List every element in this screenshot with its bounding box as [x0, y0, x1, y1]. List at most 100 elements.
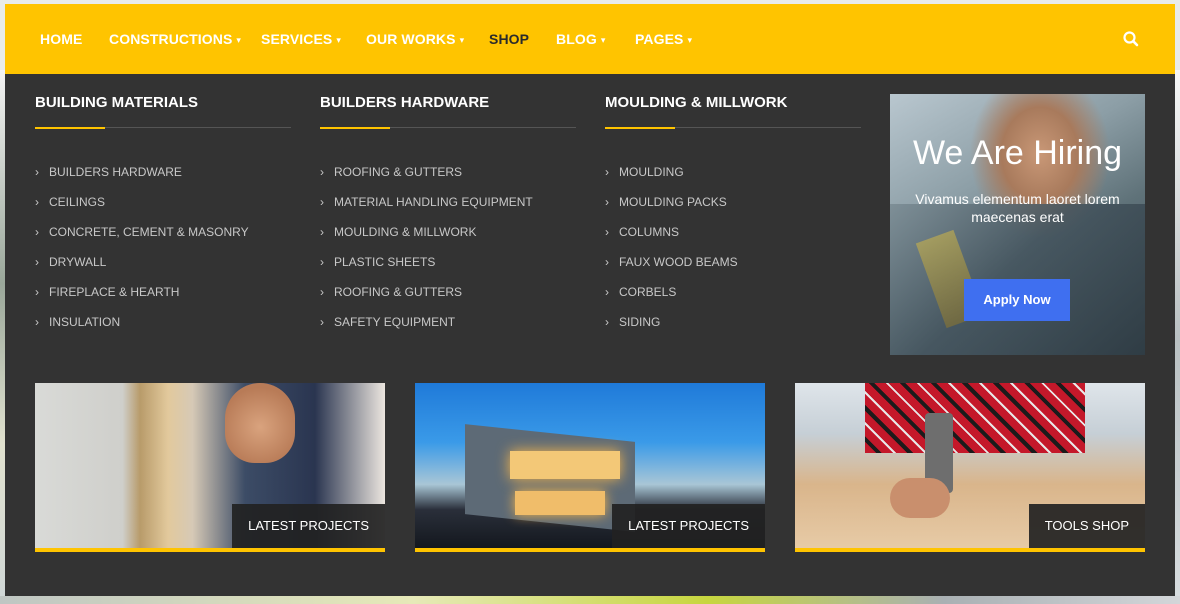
menu-link-label: ROOFING & GUTTERS: [334, 285, 463, 299]
menu-link-ceilings[interactable]: › CEILINGS: [35, 194, 249, 224]
menu-link-label: MOULDING PACKS: [619, 195, 727, 209]
caret-down-icon: ▾: [600, 35, 606, 45]
menu-link-label: DRYWALL: [49, 255, 107, 269]
menu-link-builders-hardware[interactable]: › BUILDERS HARDWARE: [35, 164, 249, 194]
background-edge-bottom: [0, 596, 1180, 604]
menu-link-roofing-gutters-2[interactable]: › ROOFING & GUTTERS: [320, 284, 533, 314]
search-icon[interactable]: [1122, 30, 1140, 48]
menu-link-label: COLUMNS: [619, 225, 680, 239]
menu-link-faux-wood-beams[interactable]: › FAUX WOOD BEAMS: [605, 254, 738, 284]
chevron-right-icon: ›: [320, 165, 324, 179]
mega-menu-dropdown: BUILDING MATERIALS › BUILDERS HARDWARE › C…: [5, 74, 1175, 596]
menu-link-label: FIREPLACE & HEARTH: [49, 285, 180, 299]
chevron-right-icon: ›: [605, 195, 609, 209]
caret-down-icon: ▾: [336, 35, 341, 45]
nav-item-home[interactable]: HOME: [40, 4, 82, 74]
divider-accent: [320, 127, 390, 129]
column-title: MOULDING & MILLWORK: [605, 94, 788, 111]
chevron-right-icon: ›: [35, 195, 39, 209]
nav-item-constructions[interactable]: CONSTRUCTIONS ▾: [109, 4, 241, 74]
menu-link-safety-equipment[interactable]: › SAFETY EQUIPMENT: [320, 314, 533, 344]
column-title: BUILDERS HARDWARE: [320, 94, 490, 111]
column-divider: [320, 127, 576, 129]
menu-link-insulation[interactable]: › INSULATION: [35, 314, 249, 344]
menu-link-corbels[interactable]: › CORBELS: [605, 284, 738, 314]
main-navbar: HOME CONSTRUCTIONS ▾ SERVICES ▾ OUR WORKS ▾…: [5, 4, 1175, 74]
menu-link-label: MATERIAL HANDLING EQUIPMENT: [334, 195, 533, 209]
menu-link-drywall[interactable]: › DRYWALL: [35, 254, 249, 284]
chevron-right-icon: ›: [35, 285, 39, 299]
tile-tools-shop[interactable]: TOOLS SHOP: [795, 383, 1145, 552]
menu-link-label: INSULATION: [49, 315, 121, 329]
tile-accent-bar: [415, 548, 765, 552]
menu-link-label: SAFETY EQUIPMENT: [334, 315, 456, 329]
chevron-right-icon: ›: [320, 225, 324, 239]
nav-item-services[interactable]: SERVICES ▾: [261, 4, 341, 74]
column-link-list: › MOULDING › MOULDING PACKS › COLUMNS › FAUX…: [605, 164, 738, 344]
menu-link-label: MOULDING: [619, 165, 684, 179]
caret-down-icon: ▾: [236, 35, 242, 45]
divider-accent: [605, 127, 675, 129]
tile-accent-bar: [795, 548, 1145, 552]
apply-now-button[interactable]: Apply Now: [964, 279, 1070, 321]
chevron-right-icon: ›: [320, 285, 324, 299]
nav-item-blog[interactable]: BLOG ▾: [556, 4, 605, 74]
nav-label: BLOG: [556, 31, 597, 47]
column-link-list: › ROOFING & GUTTERS › MATERIAL HANDLING EQ…: [320, 164, 533, 344]
nav-item-our-works[interactable]: OUR WORKS ▾: [366, 4, 464, 74]
menu-link-moulding[interactable]: › MOULDING: [605, 164, 738, 194]
hiring-promo-card: We Are Hiring Vivamus elementum laoret l…: [890, 94, 1145, 355]
nav-item-pages[interactable]: PAGES ▾: [635, 4, 692, 74]
house-window-image: [515, 491, 605, 515]
hiring-title: We Are Hiring: [912, 134, 1123, 172]
chevron-right-icon: ›: [605, 225, 609, 239]
chevron-right-icon: ›: [35, 315, 39, 329]
column-link-list: › BUILDERS HARDWARE › CEILINGS › CONCRETE, …: [35, 164, 249, 344]
menu-link-roofing-gutters[interactable]: › ROOFING & GUTTERS: [320, 164, 533, 194]
tile-label: LATEST PROJECTS: [232, 504, 385, 548]
menu-link-moulding-packs[interactable]: › MOULDING PACKS: [605, 194, 738, 224]
nav-label: HOME: [40, 31, 83, 47]
chevron-right-icon: ›: [605, 315, 609, 329]
chevron-right-icon: ›: [35, 165, 39, 179]
hiring-subtitle: Vivamus elementum laoret lorem maecenas …: [915, 191, 1120, 225]
chevron-right-icon: ›: [35, 225, 39, 239]
menu-link-label: CORBELS: [619, 285, 677, 299]
column-divider: [605, 127, 861, 129]
chevron-right-icon: ›: [605, 165, 609, 179]
menu-link-label: PLASTIC SHEETS: [334, 255, 436, 269]
plaid-shirt-image: [865, 383, 1085, 453]
chevron-right-icon: ›: [605, 255, 609, 269]
caret-down-icon: ▾: [687, 35, 693, 45]
menu-link-label: CONCRETE, CEMENT & MASONRY: [49, 225, 249, 239]
nav-label: SERVICES: [261, 31, 333, 47]
column-divider: [35, 127, 291, 129]
menu-link-concrete[interactable]: › CONCRETE, CEMENT & MASONRY: [35, 224, 249, 254]
tile-accent-bar: [35, 548, 385, 552]
hand-image: [890, 478, 950, 518]
menu-link-material-handling[interactable]: › MATERIAL HANDLING EQUIPMENT: [320, 194, 533, 224]
menu-link-label: CEILINGS: [49, 195, 106, 209]
menu-link-plastic-sheets[interactable]: › PLASTIC SHEETS: [320, 254, 533, 284]
chevron-right-icon: ›: [320, 195, 324, 209]
chevron-right-icon: ›: [320, 315, 324, 329]
chevron-right-icon: ›: [320, 255, 324, 269]
menu-link-fireplace[interactable]: › FIREPLACE & HEARTH: [35, 284, 249, 314]
tile-latest-projects-house[interactable]: LATEST PROJECTS: [415, 383, 765, 552]
tile-label: TOOLS SHOP: [1028, 504, 1145, 548]
nav-item-shop[interactable]: SHOP: [489, 4, 529, 74]
menu-link-moulding-millwork[interactable]: › MOULDING & MILLWORK: [320, 224, 533, 254]
menu-link-siding[interactable]: › SIDING: [605, 314, 738, 344]
house-window-image: [510, 451, 620, 479]
nav-label: PAGES: [635, 31, 684, 47]
tile-latest-projects-worker[interactable]: LATEST PROJECTS: [35, 383, 385, 552]
menu-link-label: FAUX WOOD BEAMS: [619, 255, 738, 269]
nav-label: CONSTRUCTIONS: [109, 31, 233, 47]
chevron-right-icon: ›: [35, 255, 39, 269]
worker-face-image: [225, 383, 295, 463]
menu-link-label: MOULDING & MILLWORK: [334, 225, 477, 239]
menu-link-columns[interactable]: › COLUMNS: [605, 224, 738, 254]
menu-link-label: BUILDERS HARDWARE: [49, 165, 182, 179]
menu-link-label: ROOFING & GUTTERS: [334, 165, 463, 179]
chevron-right-icon: ›: [605, 285, 609, 299]
